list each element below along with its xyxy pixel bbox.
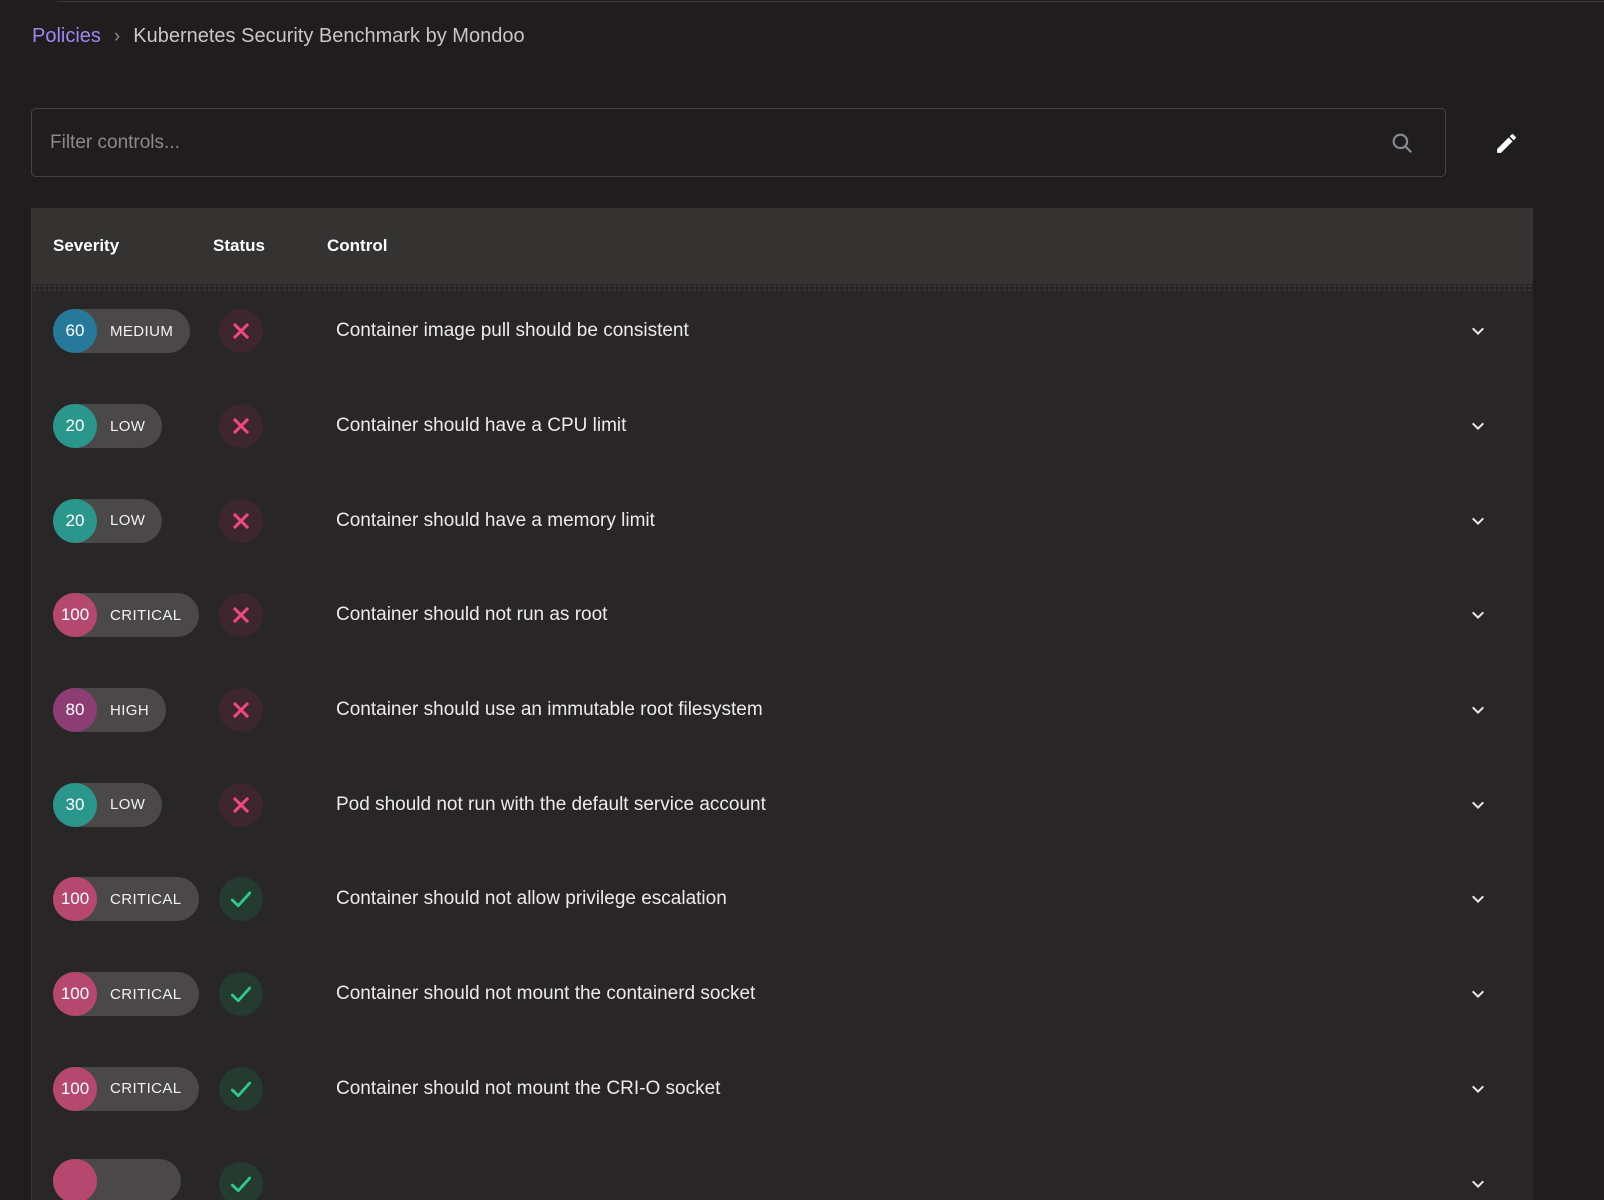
chevron-down-icon[interactable]: [1466, 982, 1490, 1006]
control-title: Container should not mount the CRI-O soc…: [327, 1078, 1423, 1100]
severity-label: HIGH: [97, 702, 166, 719]
severity-badge: 20 LOW: [53, 499, 162, 543]
top-divider: [57, 1, 1604, 2]
breadcrumb-separator-icon: ›: [114, 26, 120, 48]
check-mark-icon: [228, 886, 254, 912]
x-mark-icon: [228, 602, 254, 628]
chevron-down-icon[interactable]: [1466, 319, 1490, 343]
status-icon: [219, 309, 263, 353]
severity-score: 30: [53, 783, 97, 827]
severity-score: 100: [53, 1067, 97, 1111]
edit-button[interactable]: [1482, 119, 1530, 167]
severity-score: 100: [53, 593, 97, 637]
x-mark-icon: [228, 508, 254, 534]
x-mark-icon: [228, 697, 254, 723]
column-header-control: Control: [327, 236, 1423, 256]
chevron-down-icon[interactable]: [1466, 887, 1490, 911]
page-title: Kubernetes Security Benchmark by Mondoo: [133, 25, 524, 48]
status-icon: [219, 877, 263, 921]
control-title: Container image pull should be consisten…: [327, 320, 1423, 342]
severity-badge: 100 CRITICAL: [53, 972, 199, 1016]
severity-score: 60: [53, 309, 97, 353]
table-row[interactable]: 20 LOW Container should have a CPU limit: [32, 379, 1533, 474]
severity-badge: 30 LOW: [53, 783, 162, 827]
breadcrumb: Policies › Kubernetes Security Benchmark…: [32, 25, 525, 48]
search-icon: [1389, 130, 1415, 156]
control-title: Container should not run as root: [327, 604, 1423, 626]
check-mark-icon: [228, 1076, 254, 1102]
severity-label: LOW: [97, 418, 162, 435]
severity-label: CRITICAL: [97, 986, 199, 1003]
controls-table: Severity Status Control 60 MEDIUM Contai…: [31, 208, 1533, 1200]
control-title: Container should not allow privilege esc…: [327, 888, 1423, 910]
severity-label: LOW: [97, 512, 162, 529]
filter-controls-field: [31, 108, 1446, 177]
chevron-down-icon[interactable]: [1466, 793, 1490, 817]
x-mark-icon: [228, 318, 254, 344]
x-mark-icon: [228, 792, 254, 818]
table-row[interactable]: 100 CRITICAL Container should not allow …: [32, 852, 1533, 947]
severity-badge: 100 CRITICAL: [53, 1067, 199, 1111]
status-icon: [219, 972, 263, 1016]
status-icon: [219, 783, 263, 827]
severity-label: MEDIUM: [97, 323, 190, 340]
severity-badge: [53, 1159, 181, 1200]
status-icon: [219, 404, 263, 448]
severity-score: 80: [53, 688, 97, 732]
severity-label: CRITICAL: [97, 891, 199, 908]
severity-badge: 60 MEDIUM: [53, 309, 190, 353]
severity-badge: 80 HIGH: [53, 688, 166, 732]
chevron-down-icon[interactable]: [1466, 603, 1490, 627]
control-title: Container should not mount the container…: [327, 983, 1423, 1005]
status-icon: [219, 499, 263, 543]
table-header-row: Severity Status Control: [32, 208, 1533, 284]
filter-controls-input[interactable]: [32, 109, 1389, 176]
check-mark-icon: [228, 981, 254, 1007]
check-mark-icon: [228, 1171, 254, 1197]
pencil-icon: [1494, 131, 1519, 156]
column-header-status: Status: [213, 236, 327, 256]
table-row[interactable]: [32, 1136, 1533, 1200]
severity-score: 100: [53, 877, 97, 921]
severity-score: 20: [53, 404, 97, 448]
table-row[interactable]: 20 LOW Container should have a memory li…: [32, 473, 1533, 568]
chevron-down-icon[interactable]: [1466, 1172, 1490, 1196]
chevron-down-icon[interactable]: [1466, 414, 1490, 438]
table-row[interactable]: 100 CRITICAL Container should not mount …: [32, 947, 1533, 1042]
table-row[interactable]: 30 LOW Pod should not run with the defau…: [32, 757, 1533, 852]
severity-score: 20: [53, 499, 97, 543]
status-icon: [219, 1067, 263, 1111]
control-title: Pod should not run with the default serv…: [327, 794, 1423, 816]
table-row[interactable]: 60 MEDIUM Container image pull should be…: [32, 284, 1533, 379]
control-title: Container should have a memory limit: [327, 510, 1423, 532]
status-icon: [219, 688, 263, 732]
severity-label: CRITICAL: [97, 1080, 199, 1097]
table-row[interactable]: 100 CRITICAL Container should not run as…: [32, 568, 1533, 663]
control-title: Container should use an immutable root f…: [327, 699, 1423, 721]
x-mark-icon: [228, 413, 254, 439]
severity-badge: 100 CRITICAL: [53, 877, 199, 921]
status-icon: [219, 1162, 263, 1200]
severity-badge: 100 CRITICAL: [53, 593, 199, 637]
severity-label: LOW: [97, 796, 162, 813]
table-row[interactable]: 80 HIGH Container should use an immutabl…: [32, 663, 1533, 758]
severity-score: [53, 1159, 97, 1200]
chevron-down-icon[interactable]: [1466, 698, 1490, 722]
severity-badge: 20 LOW: [53, 404, 162, 448]
status-icon: [219, 593, 263, 637]
table-body: 60 MEDIUM Container image pull should be…: [32, 284, 1533, 1200]
breadcrumb-policies-link[interactable]: Policies: [32, 25, 101, 48]
chevron-down-icon[interactable]: [1466, 509, 1490, 533]
column-header-severity: Severity: [53, 236, 213, 256]
severity-label: CRITICAL: [97, 607, 199, 624]
table-row[interactable]: 100 CRITICAL Container should not mount …: [32, 1042, 1533, 1137]
severity-score: 100: [53, 972, 97, 1016]
chevron-down-icon[interactable]: [1466, 1077, 1490, 1101]
control-title: Container should have a CPU limit: [327, 415, 1423, 437]
